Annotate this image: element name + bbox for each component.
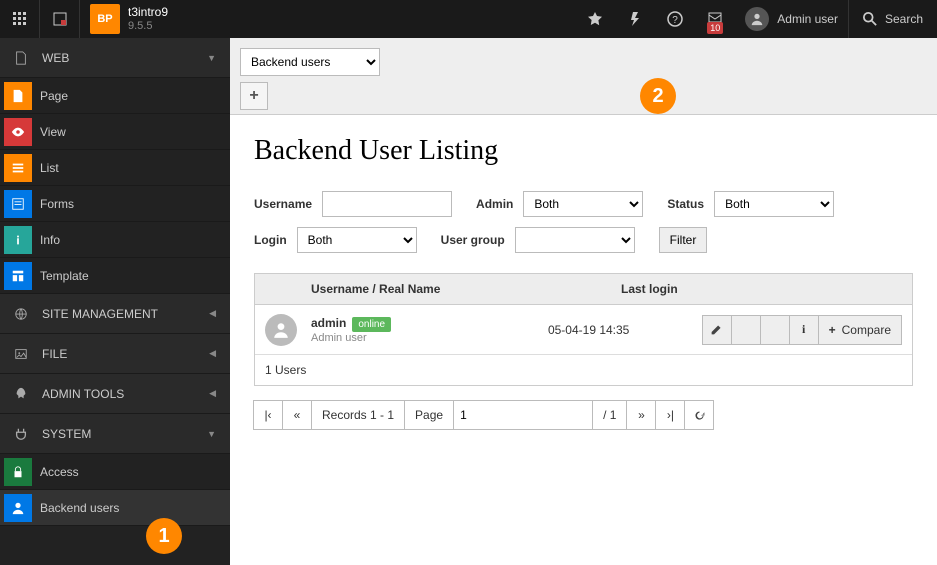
table-row: adminonline Admin user 05-04-19 14:35 i … [255,305,912,355]
section-site-management[interactable]: SITE MANAGEMENT ◀ [0,294,230,334]
logo-badge: BP [90,4,120,34]
user-label: Admin user [777,12,838,26]
sidebar-item-backend-users[interactable]: Backend users [0,490,230,526]
globe-icon [14,307,28,321]
status-badge: online [352,317,391,332]
action-button[interactable] [760,315,790,345]
row-realname: Admin user [311,332,528,344]
info-button[interactable]: i [789,315,819,345]
file-icon [14,51,28,65]
chevron-left-icon: ◀ [209,308,216,319]
topbar: BP t3intro9 9.5.5 ? 10 Admin user Search [0,0,937,38]
logo[interactable]: BP t3intro9 9.5.5 [80,0,178,38]
modules-grid-icon[interactable] [0,0,40,38]
first-page-button[interactable]: |‹ [253,400,283,430]
sidebar-item-info[interactable]: Info [0,222,230,258]
section-label: FILE [42,347,67,361]
flash-icon[interactable] [615,0,655,38]
svg-text:?: ? [672,15,678,26]
row-username: admin [311,316,346,330]
records-label: Records 1 - 1 [311,400,405,430]
sidebar: WEB ▼ Page View List Forms Info Template… [0,38,230,565]
th-lastlogin: Last login [611,274,811,304]
pager: |‹ « Records 1 - 1 Page / 1 » ›| [254,400,913,430]
toolbar: Backend users + [230,38,937,115]
prev-page-button[interactable]: « [282,400,312,430]
sidebar-item-view[interactable]: View [0,114,230,150]
site-name: t3intro9 [128,5,168,19]
bookmark-panel-icon[interactable] [40,0,80,38]
usergroup-label: User group [441,233,505,247]
username-label: Username [254,197,312,211]
search-box[interactable]: Search [848,0,937,38]
search-icon [863,12,877,26]
notifications-icon[interactable]: 10 [695,0,735,38]
admin-select[interactable]: Both [523,191,643,217]
sidebar-item-forms[interactable]: Forms [0,186,230,222]
edit-button[interactable] [702,315,732,345]
page-input[interactable] [453,400,593,430]
sidebar-item-template[interactable]: Template [0,258,230,294]
table-footer: 1 Users [255,355,912,385]
rocket-icon [14,387,28,401]
main-content: Backend users + 2 Backend User Listing U… [230,38,937,565]
help-icon[interactable]: ? [655,0,695,38]
section-label: SYSTEM [42,427,91,441]
status-label: Status [667,197,704,211]
image-icon [14,347,28,361]
th-username: Username / Real Name [301,274,611,304]
user-avatar-icon [745,7,769,31]
add-button[interactable]: + [240,82,268,110]
username-input[interactable] [322,191,452,217]
version: 9.5.5 [128,20,168,33]
login-select[interactable]: Both [297,227,417,253]
section-web[interactable]: WEB ▼ [0,38,230,78]
module-select[interactable]: Backend users [240,48,380,76]
page-total: / 1 [592,400,627,430]
section-admin-tools[interactable]: ADMIN TOOLS ◀ [0,374,230,414]
page-title: Backend User Listing [254,135,913,167]
chevron-down-icon: ▼ [207,53,216,63]
next-page-button[interactable]: » [626,400,656,430]
section-label: SITE MANAGEMENT [42,307,158,321]
sidebar-item-page[interactable]: Page [0,78,230,114]
filters: Username Admin Both Status Both Login Bo… [254,191,913,253]
section-system[interactable]: SYSTEM ▼ [0,414,230,454]
notif-badge: 10 [707,22,723,34]
chevron-left-icon: ◀ [209,388,216,399]
plug-icon [14,427,28,441]
row-lastlogin: 05-04-19 14:35 [538,317,693,343]
last-page-button[interactable]: ›| [655,400,685,430]
chevron-down-icon: ▼ [207,429,216,439]
admin-label: Admin [476,197,513,211]
search-placeholder: Search [885,12,923,26]
star-icon[interactable] [575,0,615,38]
login-label: Login [254,233,287,247]
section-web-label: WEB [42,51,69,65]
action-button[interactable] [731,315,761,345]
sidebar-item-access[interactable]: Access [0,454,230,490]
user-table: Username / Real Name Last login admin onl… [254,273,913,386]
refresh-button[interactable] [684,400,714,430]
status-select[interactable]: Both [714,191,834,217]
compare-button[interactable]: +Compare [818,315,902,345]
section-file[interactable]: FILE ◀ [0,334,230,374]
avatar-icon [265,314,297,346]
page-label: Page [404,400,454,430]
sidebar-item-list[interactable]: List [0,150,230,186]
user-menu[interactable]: Admin user [735,0,848,38]
section-label: ADMIN TOOLS [42,387,124,401]
usergroup-select[interactable] [515,227,635,253]
filter-button[interactable]: Filter [659,227,708,253]
chevron-left-icon: ◀ [209,348,216,359]
